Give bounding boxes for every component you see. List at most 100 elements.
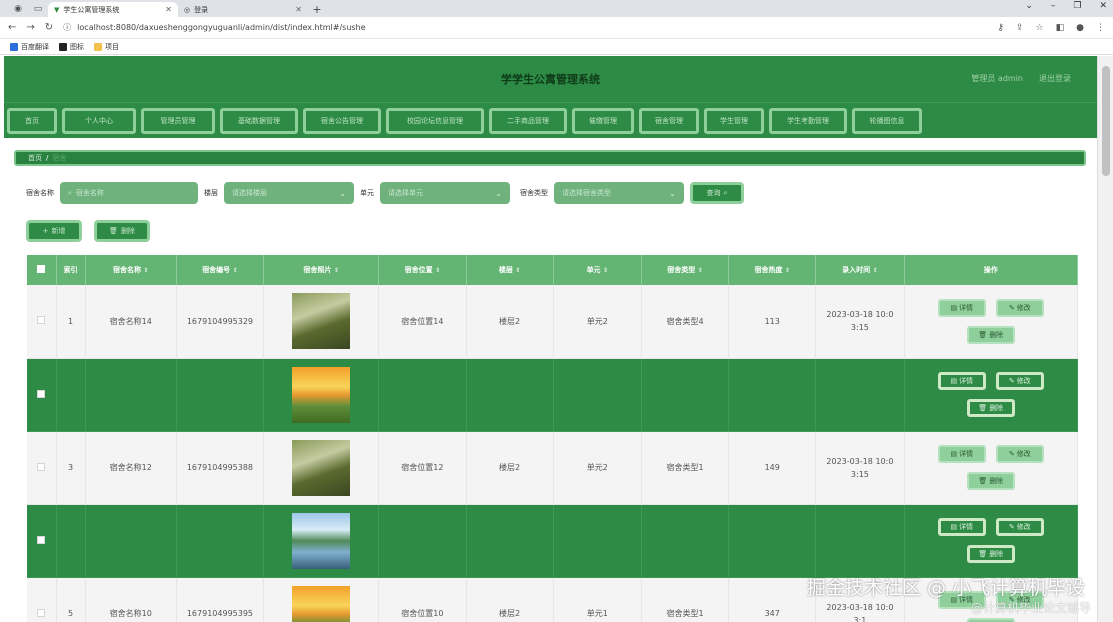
menu-item-students[interactable]: 学生管理 (704, 107, 764, 134)
table-row[interactable]: 1 宿舍名称14 1679104995329 宿舍位置14 楼层2 单元2 宿舍类型4 113… (27, 285, 1079, 359)
detail-button[interactable]: ▤ 详情 (937, 518, 986, 536)
share-icon[interactable]: ⇪ (1016, 23, 1024, 33)
browser-menu-icon[interactable]: ◉ (8, 0, 28, 17)
sort-icon[interactable]: ⇕ (698, 267, 703, 274)
detail-button[interactable]: ▤ 详情 (937, 298, 986, 317)
table-row[interactable]: 3 宿舍名称12 1679104995388 宿舍位置12 楼层2 单元2 宿舍类型1 149… (27, 431, 1079, 505)
menu-item-forum[interactable]: 校园论坛信息管理 (386, 107, 484, 134)
menu-item-secondhand[interactable]: 二手商品管理 (489, 107, 567, 134)
info-icon[interactable]: ⓘ (63, 22, 71, 33)
col-heat[interactable]: 宿舍热度 ⇕ (728, 255, 817, 285)
key-icon[interactable]: ⚷ (997, 23, 1004, 33)
menu-item-dorms[interactable]: 宿舍管理 (639, 107, 699, 134)
dorm-photo[interactable] (292, 366, 351, 423)
back-icon[interactable]: ← (8, 22, 16, 33)
add-button[interactable]: + 新增 (26, 220, 82, 242)
scrollbar-thumb[interactable] (1102, 66, 1110, 176)
logout-link[interactable]: 退出登录 (1039, 73, 1071, 84)
reload-icon[interactable]: ↻ (45, 22, 53, 33)
delete-button[interactable]: 🗑删除 (966, 325, 1015, 344)
new-tab-icon[interactable]: + (308, 2, 326, 17)
unit-select[interactable]: 请选择单元 ⌄ (380, 182, 510, 204)
browser-tab-active[interactable]: ▼ 学生公寓管理系统 ✕ (48, 2, 178, 17)
row-checkbox[interactable] (37, 535, 46, 544)
minimize-icon[interactable]: – (1051, 1, 1056, 11)
edit-button[interactable]: ✎ 修改 (995, 518, 1044, 536)
col-floor[interactable]: 楼层 ⇕ (466, 255, 554, 285)
menu-item-notices[interactable]: 宿舍公告管理 (303, 107, 381, 134)
batch-delete-button[interactable]: 🗑 删除 (94, 220, 150, 242)
menu-item-admins[interactable]: 管理员管理 (141, 107, 215, 134)
forward-icon[interactable]: → (26, 22, 34, 33)
row-checkbox[interactable] (37, 316, 46, 325)
sort-icon[interactable]: ⇕ (143, 267, 148, 274)
browser-tab-inactive[interactable]: ◎ 登录 ✕ (178, 2, 308, 17)
menu-item-payment[interactable]: 催缴管理 (572, 107, 634, 134)
dorm-photo[interactable] (292, 512, 351, 569)
menu-item-attendance[interactable]: 学生考勤管理 (769, 107, 847, 134)
row-checkbox[interactable] (37, 462, 46, 471)
bookmark-item[interactable]: 图标 (59, 42, 84, 52)
menu-item-home[interactable]: 首页 (7, 107, 57, 134)
search-button[interactable]: 查询 ⌕ (690, 182, 744, 204)
row-select-cell[interactable] (27, 577, 57, 622)
sort-icon[interactable]: ⇕ (334, 267, 339, 274)
breadcrumb-home[interactable]: 首页 (28, 153, 42, 163)
row-select-cell[interactable] (27, 504, 57, 578)
col-name[interactable]: 宿舍名称 ⇕ (85, 255, 177, 285)
chevron-down-icon[interactable]: ⌄ (1025, 1, 1033, 11)
url-field[interactable]: ⓘ localhost:8080/daxueshenggongyuguanli/… (63, 22, 987, 33)
restore-icon[interactable]: ❐ (1073, 1, 1081, 11)
select-all-checkbox[interactable] (37, 265, 46, 273)
dorm-photo[interactable] (292, 293, 351, 350)
dorm-photo[interactable] (292, 585, 351, 622)
browser-tab-blank[interactable]: ▭ (28, 0, 48, 17)
delete-button[interactable]: 🗑删除 (966, 618, 1015, 622)
edit-button[interactable]: ✎ 修改 (995, 372, 1044, 390)
menu-item-basic-data[interactable]: 基础数据管理 (220, 107, 298, 134)
detail-button[interactable]: ▤ 详情 (937, 372, 986, 390)
page-scrollbar[interactable] (1097, 56, 1113, 622)
row-checkbox[interactable] (37, 608, 46, 617)
col-photo[interactable]: 宿舍照片 ⇕ (263, 255, 380, 285)
edit-button[interactable]: ✎ 修改 (995, 298, 1044, 317)
delete-button[interactable]: 🗑删除 (966, 472, 1015, 490)
dorm-photo[interactable] (292, 439, 351, 496)
detail-button[interactable]: ▤ 详情 (937, 445, 986, 463)
sort-icon[interactable]: ⇕ (873, 267, 878, 274)
sort-icon[interactable]: ⇕ (785, 267, 790, 274)
row-select-cell[interactable] (27, 431, 57, 505)
sort-icon[interactable]: ⇕ (603, 267, 608, 274)
col-location[interactable]: 宿舍位置 ⇕ (378, 255, 467, 285)
floor-select[interactable]: 请选择楼层 ⌄ (224, 182, 354, 204)
delete-button[interactable]: 🗑删除 (966, 399, 1015, 417)
sort-icon[interactable]: ⇕ (233, 267, 238, 274)
edit-button[interactable]: ✎ 修改 (995, 445, 1044, 463)
col-type[interactable]: 宿舍类型 ⇕ (641, 255, 730, 285)
col-code[interactable]: 宿舍编号 ⇕ (176, 255, 265, 285)
profile-icon[interactable]: ● (1076, 23, 1084, 33)
row-select-cell[interactable] (27, 358, 57, 432)
table-row[interactable]: ▤ 详情 ✎ 修改 🗑 删除 (27, 504, 1079, 578)
bookmark-item[interactable]: 百度翻译 (10, 42, 49, 52)
bookmark-item[interactable]: 项目 (94, 42, 119, 52)
sort-icon[interactable]: ⇕ (435, 267, 440, 274)
close-window-icon[interactable]: ✕ (1099, 1, 1107, 11)
col-time[interactable]: 录入时间 ⇕ (815, 255, 905, 285)
col-unit[interactable]: 单元 ⇕ (553, 255, 642, 285)
menu-item-carousel[interactable]: 轮播图信息 (852, 107, 922, 134)
type-select[interactable]: 请选择宿舍类型 ⌄ (554, 182, 684, 204)
row-checkbox[interactable] (37, 389, 46, 398)
close-icon[interactable]: ✕ (165, 5, 172, 14)
menu-item-profile[interactable]: 个人中心 (62, 107, 136, 134)
dorm-name-input[interactable]: ⌕ 宿舍名称 (60, 182, 198, 204)
sidepanel-icon[interactable]: ◧ (1056, 23, 1065, 33)
select-all-cell[interactable] (27, 255, 57, 285)
more-icon[interactable]: ⋮ (1096, 23, 1105, 33)
row-select-cell[interactable] (27, 285, 57, 359)
star-icon[interactable]: ☆ (1036, 23, 1044, 33)
close-icon[interactable]: ✕ (295, 5, 302, 14)
table-row[interactable]: ▤ 详情 ✎ 修改 🗑 删除 (27, 358, 1079, 432)
delete-button[interactable]: 🗑删除 (966, 545, 1015, 563)
sort-icon[interactable]: ⇕ (515, 267, 520, 274)
